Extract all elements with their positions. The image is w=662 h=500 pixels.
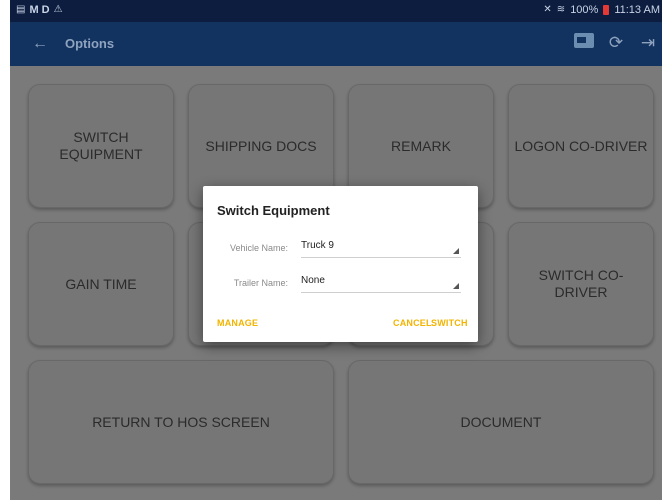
page-title: Options [65, 36, 115, 51]
dialog-title: Switch Equipment [217, 203, 330, 218]
wifi-icon: ≋ [556, 4, 566, 15]
trailer-name-label: Trailer Name: [233, 278, 288, 288]
logout-icon[interactable]: ⇥ [638, 32, 658, 54]
switch-equipment-button[interactable]: SWITCH EQUIPMENT [28, 84, 174, 208]
battery-text: 100% [570, 4, 599, 16]
return-to-hos-screen-button[interactable]: RETURN TO HOS SCREEN [28, 360, 334, 484]
status-left-text: M D [29, 4, 50, 16]
manage-button[interactable]: MANAGE [217, 318, 258, 328]
battery-icon [603, 5, 610, 15]
status-time: 11:13 AM [614, 4, 660, 16]
notification-icon: ⚠ [53, 4, 63, 15]
status-bar: ▤ M D ⚠ ✕ ≋ 100% 11:13 AM [10, 0, 662, 22]
document-button[interactable]: DOCUMENT [348, 360, 654, 484]
vehicle-name-value: Truck 9 [301, 240, 334, 251]
vehicle-name-label: Vehicle Name: [229, 243, 288, 253]
switch-equipment-dialog: Switch Equipment Vehicle Name: Truck 9 T… [203, 186, 478, 342]
trailer-name-value: None [301, 275, 325, 286]
app-bar: ← Options ⟳ ⇥ [10, 22, 662, 66]
switch-co-driver-button[interactable]: SWITCH CO-DRIVER [508, 222, 654, 346]
app-screen: ▤ M D ⚠ ✕ ≋ 100% 11:13 AM ← Options ⟳ ⇥ … [10, 0, 662, 500]
vehicle-name-select[interactable]: Truck 9 [301, 236, 461, 258]
back-arrow-icon[interactable]: ← [32, 34, 48, 54]
bluetooth-icon: ✕ [543, 4, 552, 15]
logon-co-driver-button[interactable]: LOGON CO-DRIVER [508, 84, 654, 208]
dropdown-icon [453, 248, 459, 254]
dropdown-icon [453, 283, 459, 289]
cancel-button[interactable]: CANCEL [393, 318, 432, 328]
truck-icon[interactable] [574, 32, 594, 54]
refresh-icon[interactable]: ⟳ [606, 32, 626, 54]
sim-icon: ▤ [16, 4, 26, 15]
gain-time-button[interactable]: GAIN TIME [28, 222, 174, 346]
trailer-name-select[interactable]: None [301, 271, 461, 293]
switch-button[interactable]: SWITCH [431, 318, 468, 328]
